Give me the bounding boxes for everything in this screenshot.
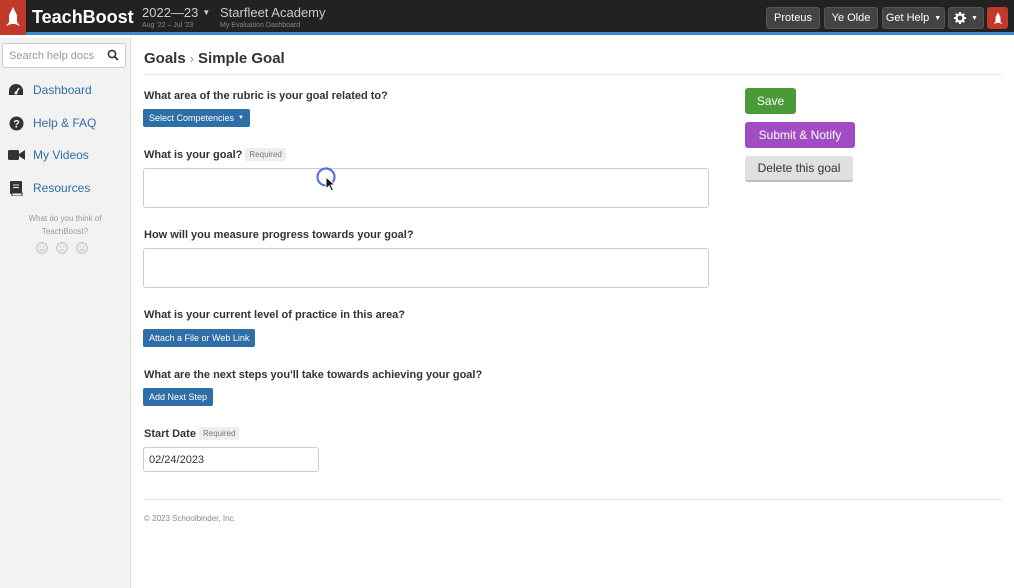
get-help-button[interactable]: Get Help ▼ [882, 7, 945, 29]
chevron-down-icon: ▼ [934, 14, 942, 22]
breadcrumb-separator: › [189, 51, 195, 66]
svg-text:?: ? [13, 118, 20, 130]
account-button[interactable] [987, 7, 1008, 29]
help-search-input[interactable] [3, 49, 103, 62]
feedback-line-2: TeachBoost? [41, 227, 89, 236]
practice-question-label: What is your current level of practice i… [144, 309, 406, 321]
attach-file-button[interactable]: Attach a File or Web Link [143, 329, 256, 347]
sidebar: Dashboard ? Help & FAQ My Videos Resourc… [0, 38, 131, 588]
next-steps-question-label: What are the next steps you'll take towa… [144, 369, 483, 381]
neutral-face-icon[interactable] [56, 242, 68, 254]
dashboard-icon [7, 81, 25, 99]
required-badge: Required [245, 148, 286, 161]
brand[interactable]: TeachBoost [0, 0, 134, 35]
start-date-input[interactable] [143, 447, 319, 472]
measure-progress-input[interactable] [143, 248, 709, 288]
mouse-cursor-icon [316, 167, 337, 192]
divider [144, 74, 1002, 75]
ye-olde-button[interactable]: Ye Olde [824, 7, 878, 29]
feedback-line-1: What do you think of [28, 214, 102, 223]
get-help-label: Get Help [885, 12, 930, 24]
sidebar-item-label: Resources [33, 181, 91, 195]
goal-input[interactable] [143, 168, 709, 208]
gear-icon [954, 12, 967, 24]
school-subtitle: My Evaluation Dashboard [220, 22, 301, 29]
select-competencies-label: Select Competencies [149, 113, 235, 123]
page-title: Simple Goal [198, 50, 285, 67]
school-year-range: Aug '22 – Jul '23 [142, 22, 194, 29]
select-competencies-button[interactable]: Select Competencies ▼ [143, 109, 250, 127]
delete-goal-button[interactable]: Delete this goal [745, 156, 853, 182]
frown-face-icon[interactable] [76, 242, 88, 254]
feedback-faces [36, 242, 88, 254]
book-icon [7, 179, 25, 197]
proteus-button[interactable]: Proteus [766, 7, 820, 29]
sidebar-item-help-faq[interactable]: ? Help & FAQ [0, 109, 130, 137]
feedback-prompt: What do you think of TeachBoost? [0, 212, 130, 238]
chevron-down-icon: ▼ [238, 115, 244, 121]
sidebar-item-label: Dashboard [33, 83, 92, 97]
sidebar-item-dashboard[interactable]: Dashboard [0, 76, 130, 104]
chevron-down-icon: ▼ [971, 14, 978, 22]
school-year-label: 2022—23 [142, 5, 199, 20]
save-button[interactable]: Save [745, 88, 796, 114]
help-search [2, 43, 126, 68]
start-date-label: Start Date Required [144, 427, 240, 440]
school-name: Starfleet Academy [220, 5, 326, 20]
sidebar-item-my-videos[interactable]: My Videos [0, 141, 130, 169]
main-content: Goals › Simple Goal What area of the rubri… [131, 38, 1014, 588]
brand-name: TeachBoost [32, 7, 134, 27]
add-next-step-button[interactable]: Add Next Step [143, 388, 214, 406]
school-year-selector[interactable]: 2022—23 ▼ Aug '22 – Jul '23 [142, 5, 210, 29]
sidebar-item-resources[interactable]: Resources [0, 174, 130, 202]
rocket-icon [993, 11, 1002, 24]
smile-face-icon[interactable] [36, 242, 48, 254]
breadcrumb-goals-link[interactable]: Goals [144, 50, 186, 67]
question-icon: ? [7, 114, 25, 132]
top-navbar: TeachBoost 2022—23 ▼ Aug '22 – Jul '23 St… [0, 0, 1014, 35]
goal-question-label: What is your goal? Required [144, 148, 286, 161]
rocket-logo-icon [0, 0, 26, 35]
sidebar-item-label: My Videos [33, 148, 89, 162]
chevron-down-icon: ▼ [202, 8, 211, 17]
divider [144, 499, 1002, 500]
search-icon[interactable] [107, 49, 119, 61]
breadcrumb: Goals › Simple Goal [144, 50, 285, 67]
goal-question-text: What is your goal? [144, 149, 243, 161]
start-date-text: Start Date [144, 428, 196, 440]
video-camera-icon [7, 146, 25, 164]
submit-notify-button[interactable]: Submit & Notify [745, 122, 855, 148]
rubric-question-label: What area of the rubric is your goal rel… [144, 90, 388, 102]
required-badge: Required [198, 427, 240, 440]
settings-button[interactable]: ▼ [948, 7, 984, 29]
sidebar-item-label: Help & FAQ [33, 116, 97, 130]
school-selector[interactable]: Starfleet Academy My Evaluation Dashboar… [220, 5, 326, 29]
measure-question-label: How will you measure progress towards yo… [144, 229, 414, 241]
footer-copyright: © 2023 Schoolbinder, Inc. [144, 514, 236, 523]
